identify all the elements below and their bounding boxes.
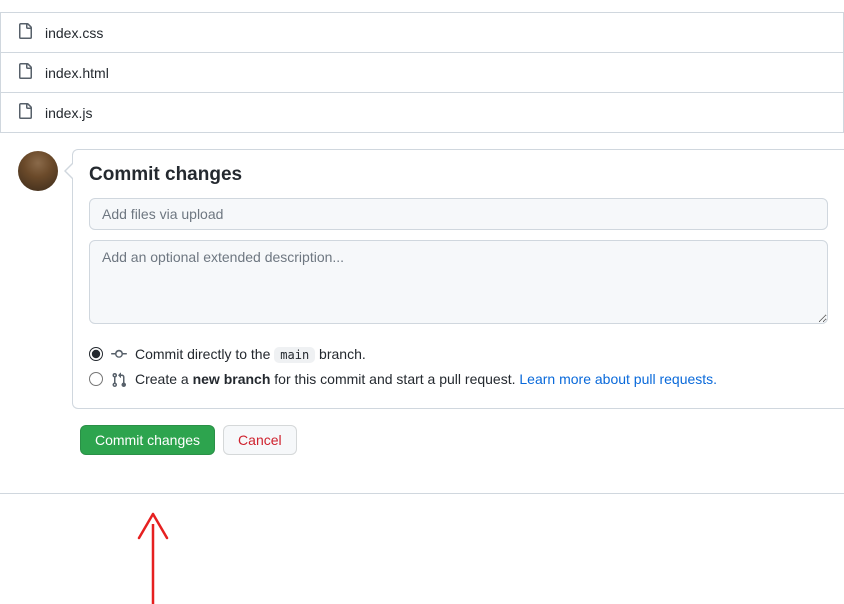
commit-direct-label: Commit directly to the main branch.	[135, 346, 366, 362]
commit-newbranch-label: Create a new branch for this commit and …	[135, 371, 717, 387]
commit-description-input[interactable]	[89, 240, 828, 324]
file-name: index.css	[45, 25, 103, 41]
git-commit-icon	[111, 345, 127, 362]
commit-summary-input[interactable]	[89, 198, 828, 230]
annotation-arrow-icon	[128, 508, 188, 604]
divider	[0, 493, 844, 494]
git-pull-request-icon	[111, 370, 127, 387]
commit-actions: Commit changes Cancel	[80, 425, 844, 455]
file-name: index.js	[45, 105, 92, 121]
file-icon	[17, 103, 33, 122]
commit-newbranch-option[interactable]: Create a new branch for this commit and …	[89, 366, 828, 391]
file-icon	[17, 63, 33, 82]
commit-changes-button[interactable]: Commit changes	[80, 425, 215, 455]
cancel-button[interactable]: Cancel	[223, 425, 297, 455]
file-row[interactable]: index.js	[1, 92, 843, 132]
file-name: index.html	[45, 65, 109, 81]
branch-name-pill: main	[274, 347, 315, 363]
learn-more-link[interactable]: Learn more about pull requests.	[519, 371, 717, 387]
file-list: index.css index.html index.js	[0, 12, 844, 133]
commit-box: Commit changes Commit directly to the ma…	[72, 149, 844, 409]
commit-direct-radio[interactable]	[89, 347, 103, 361]
commit-heading: Commit changes	[89, 164, 828, 186]
file-row[interactable]: index.html	[1, 52, 843, 92]
file-row[interactable]: index.css	[1, 12, 843, 52]
avatar	[18, 151, 58, 191]
commit-newbranch-radio[interactable]	[89, 372, 103, 386]
file-icon	[17, 23, 33, 42]
commit-section: Commit changes Commit directly to the ma…	[0, 133, 844, 409]
commit-direct-option[interactable]: Commit directly to the main branch.	[89, 341, 828, 366]
